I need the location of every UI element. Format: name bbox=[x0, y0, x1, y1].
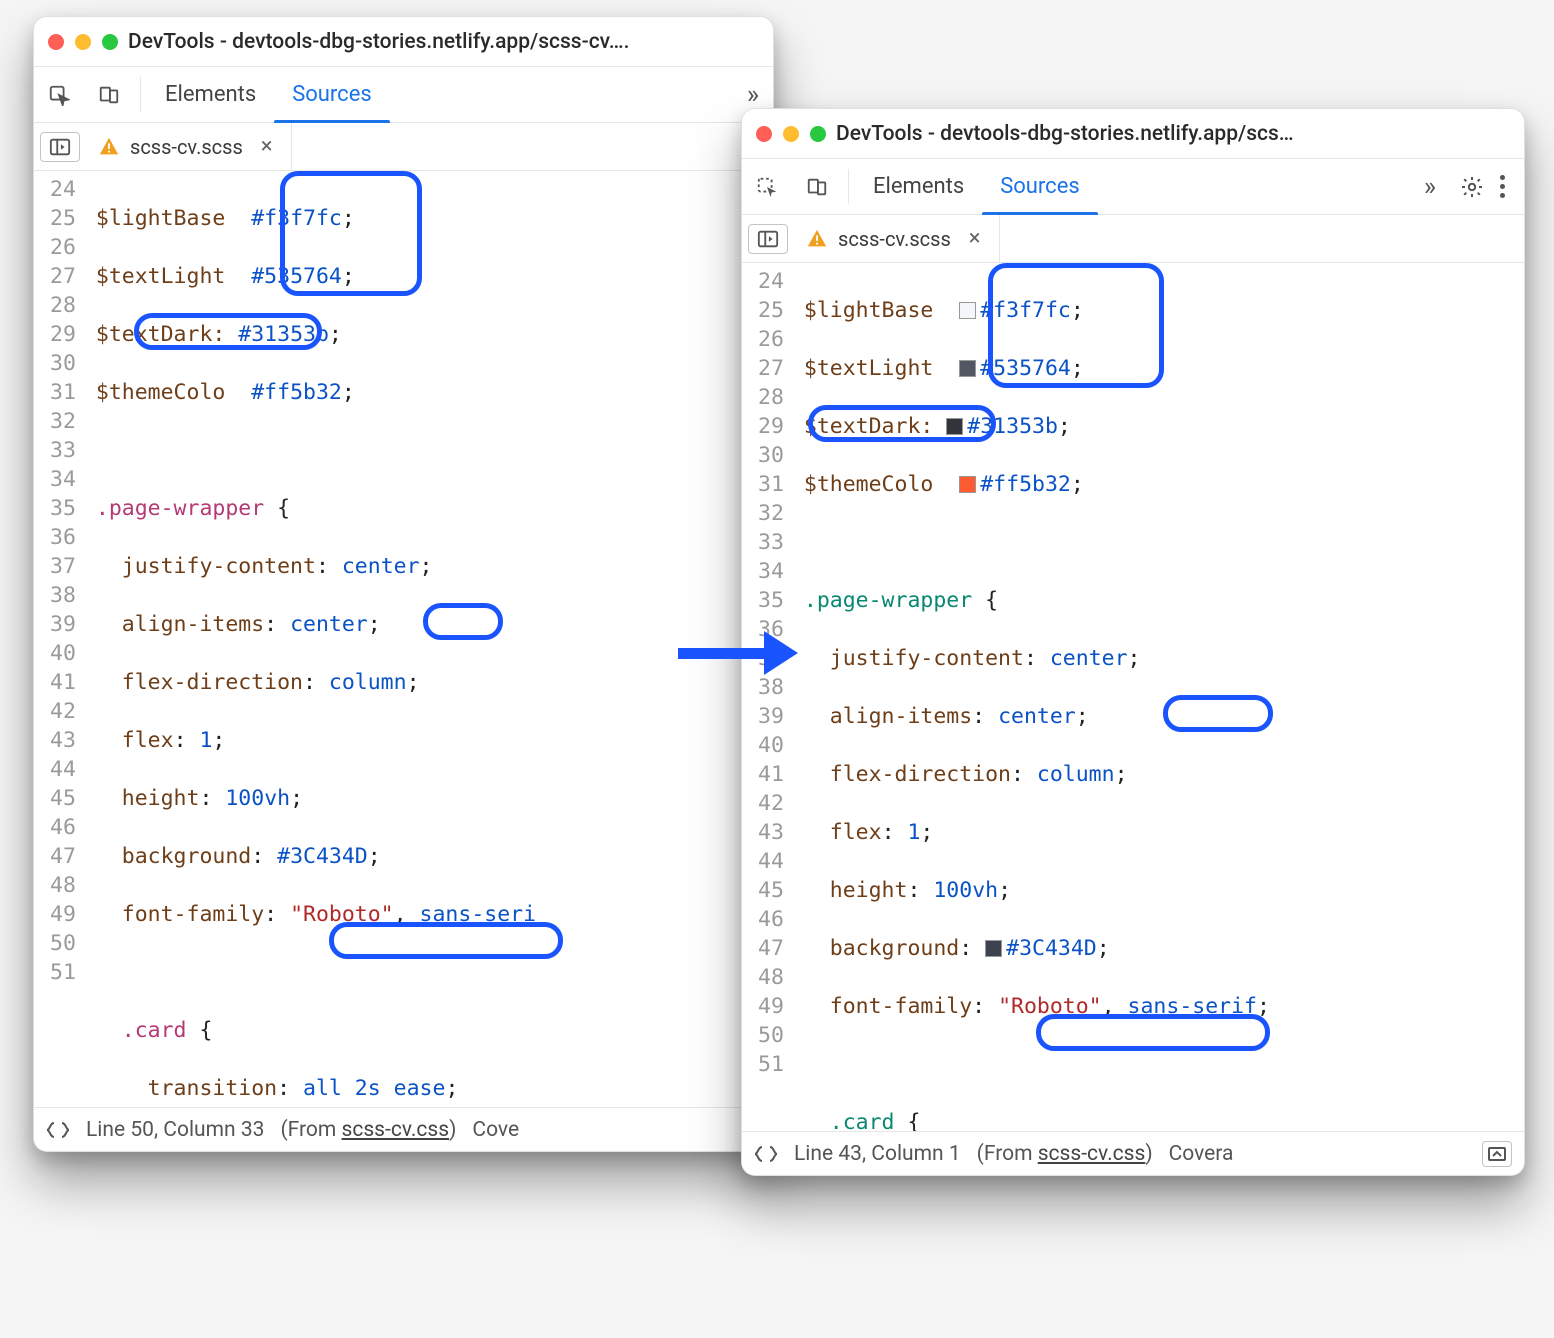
settings-icon[interactable] bbox=[1460, 175, 1484, 199]
status-bar: Line 43, Column 1 (From scss-cv.css) Cov… bbox=[742, 1131, 1524, 1175]
inspect-icon[interactable] bbox=[34, 67, 84, 122]
zoom-icon[interactable] bbox=[810, 126, 826, 142]
comparison-arrow-icon bbox=[678, 631, 798, 675]
file-name: scss-cv.scss bbox=[838, 227, 951, 251]
close-tab-icon[interactable]: × bbox=[253, 134, 281, 159]
window-title: DevTools - devtools-dbg-stories.netlify.… bbox=[836, 122, 1510, 146]
panel-tabs: Elements Sources bbox=[147, 67, 733, 122]
coverage-label[interactable]: Covera bbox=[1169, 1142, 1234, 1166]
overflow-tabs-icon[interactable]: » bbox=[1410, 159, 1450, 214]
titlebar[interactable]: DevTools - devtools-dbg-stories.netlify.… bbox=[742, 109, 1524, 159]
main-toolbar: Elements Sources » bbox=[34, 67, 773, 123]
color-swatch-icon[interactable] bbox=[946, 418, 963, 435]
pretty-print-icon[interactable] bbox=[754, 1144, 778, 1164]
file-tab[interactable]: scss-cv.scss × bbox=[796, 215, 1000, 262]
inspect-icon[interactable] bbox=[742, 159, 792, 214]
status-bar: Line 50, Column 33 (From scss-cv.css) Co… bbox=[34, 1107, 773, 1151]
source-map-info: (From scss-cv.css) bbox=[977, 1142, 1153, 1166]
line-gutter: 24 25 26 27 28 29 30 31 32 33 34 35 36 3… bbox=[34, 171, 86, 1107]
navigator-toggle-icon[interactable] bbox=[748, 224, 788, 254]
file-name: scss-cv.scss bbox=[130, 135, 243, 159]
source-map-info: (From scss-cv.css) bbox=[280, 1118, 456, 1142]
minimize-icon[interactable] bbox=[783, 126, 799, 142]
source-map-link[interactable]: scss-cv.css bbox=[342, 1118, 450, 1142]
device-toggle-icon[interactable] bbox=[792, 159, 842, 214]
coverage-label[interactable]: Cove bbox=[472, 1118, 519, 1142]
panel-tabs: Elements Sources bbox=[855, 159, 1410, 214]
source-map-link[interactable]: scss-cv.css bbox=[1038, 1142, 1146, 1166]
close-tab-icon[interactable]: × bbox=[961, 226, 989, 251]
device-toggle-icon[interactable] bbox=[84, 67, 134, 122]
line-gutter: 24 25 26 27 28 29 30 31 32 33 34 35 36 3… bbox=[742, 263, 794, 1131]
tab-elements[interactable]: Elements bbox=[147, 67, 274, 122]
warning-icon bbox=[806, 228, 828, 250]
cursor-position: Line 50, Column 33 bbox=[86, 1118, 264, 1142]
more-menu-icon[interactable] bbox=[1490, 175, 1514, 198]
close-icon[interactable] bbox=[756, 126, 772, 142]
window-title: DevTools - devtools-dbg-stories.netlify.… bbox=[128, 30, 759, 54]
cursor-position: Line 43, Column 1 bbox=[794, 1142, 961, 1166]
traffic-lights bbox=[48, 34, 118, 50]
color-swatch-icon[interactable] bbox=[985, 940, 1002, 957]
file-tab-bar: scss-cv.scss × bbox=[742, 215, 1524, 263]
minimize-icon[interactable] bbox=[75, 34, 91, 50]
tab-sources[interactable]: Sources bbox=[274, 67, 390, 122]
file-tab-bar: scss-cv.scss × bbox=[34, 123, 773, 171]
devtools-window-right: DevTools - devtools-dbg-stories.netlify.… bbox=[741, 108, 1525, 1176]
main-toolbar: Elements Sources » bbox=[742, 159, 1524, 215]
drawer-toggle-icon[interactable] bbox=[1482, 1141, 1512, 1167]
code-content[interactable]: $lightBase #f3f7fc; $textLight #535764; … bbox=[794, 263, 1524, 1131]
file-tab[interactable]: scss-cv.scss × bbox=[88, 123, 292, 170]
titlebar[interactable]: DevTools - devtools-dbg-stories.netlify.… bbox=[34, 17, 773, 67]
color-swatch-icon[interactable] bbox=[959, 360, 976, 377]
tab-sources[interactable]: Sources bbox=[982, 159, 1098, 214]
navigator-toggle-icon[interactable] bbox=[40, 132, 80, 162]
pretty-print-icon[interactable] bbox=[46, 1120, 70, 1140]
traffic-lights bbox=[756, 126, 826, 142]
close-icon[interactable] bbox=[48, 34, 64, 50]
zoom-icon[interactable] bbox=[102, 34, 118, 50]
warning-icon bbox=[98, 136, 120, 158]
color-swatch-icon[interactable] bbox=[959, 476, 976, 493]
color-swatch-icon[interactable] bbox=[959, 302, 976, 319]
devtools-window-left: DevTools - devtools-dbg-stories.netlify.… bbox=[33, 16, 774, 1152]
code-content[interactable]: $lightBase #f3f7fc; $textLight #535764; … bbox=[86, 171, 773, 1107]
code-editor[interactable]: 24 25 26 27 28 29 30 31 32 33 34 35 36 3… bbox=[34, 171, 773, 1107]
tab-elements[interactable]: Elements bbox=[855, 159, 982, 214]
code-editor[interactable]: 24 25 26 27 28 29 30 31 32 33 34 35 36 3… bbox=[742, 263, 1524, 1131]
